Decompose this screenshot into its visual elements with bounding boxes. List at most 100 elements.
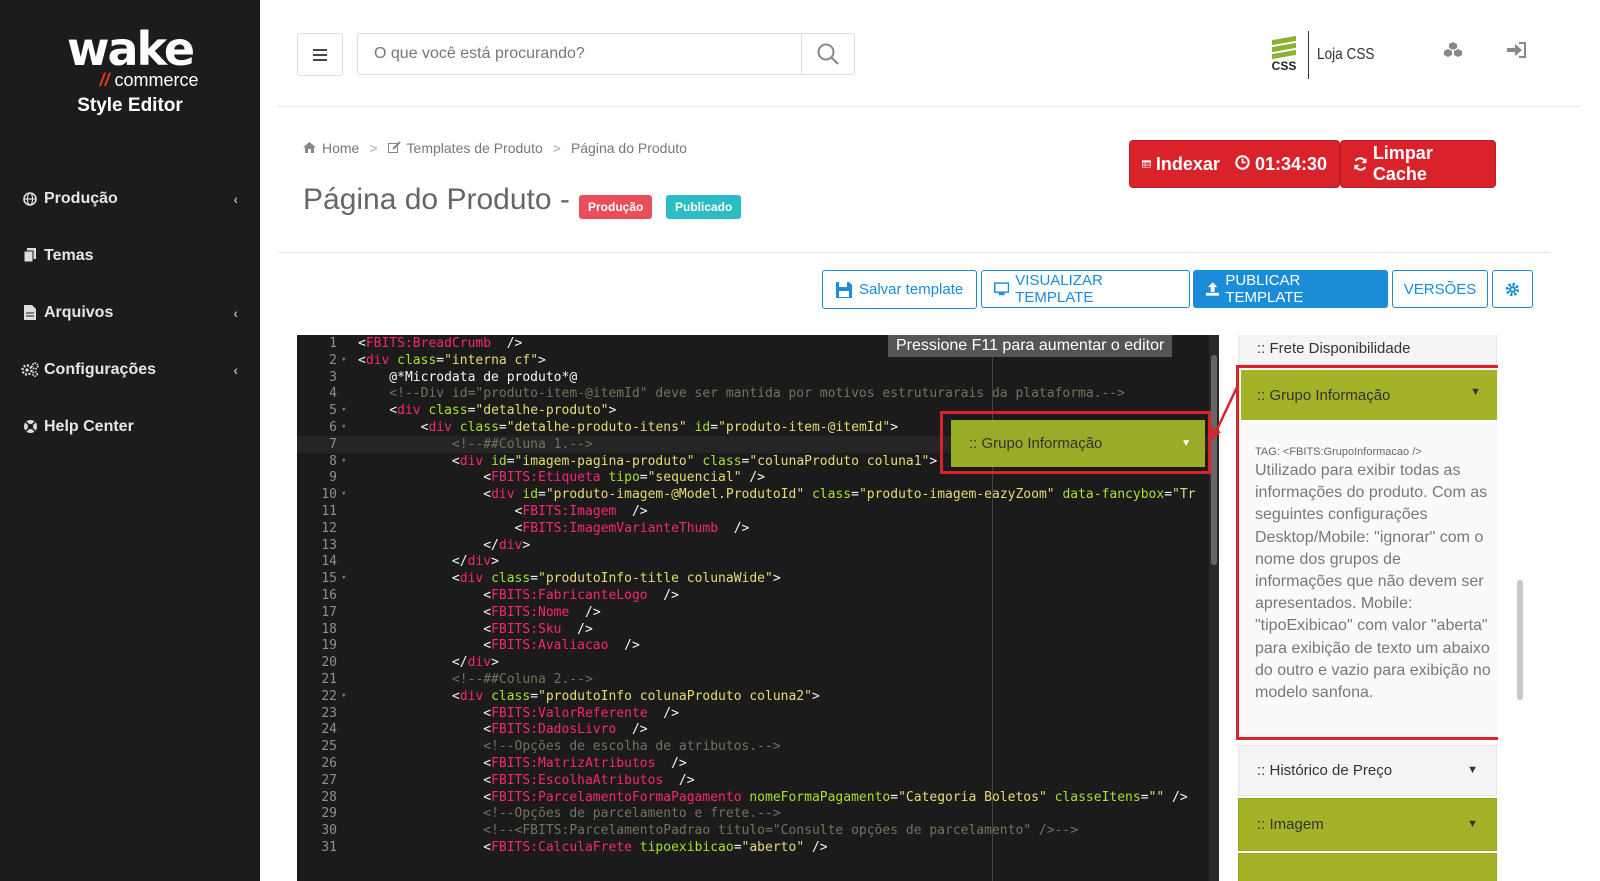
code-line[interactable]: 14 </div>	[297, 553, 1219, 570]
code-token: nomeFormaPagamento	[749, 789, 891, 805]
sidebar-item-arquivos[interactable]: Arquivos ‹	[0, 284, 260, 341]
search-input[interactable]	[358, 34, 803, 74]
tag-item-label: :: Frete Disponibilidade	[1257, 339, 1411, 357]
code-token: =	[538, 487, 546, 503]
save-template-button[interactable]: Salvar template	[822, 270, 977, 309]
tag-item-historico-preco[interactable]: :: Histórico de Preço ▼	[1238, 745, 1497, 796]
chevron-left-icon: ‹	[233, 190, 238, 207]
code-token: />	[561, 621, 593, 637]
index-button[interactable]: Indexar 01:34:30	[1129, 140, 1340, 188]
code-line[interactable]: 12 <FBITS:ImagemVarianteThumb />	[297, 520, 1219, 537]
sidebar-item-configuracoes[interactable]: Configurações ‹	[0, 341, 260, 398]
code-token: "Tr	[1172, 487, 1196, 503]
code-line[interactable]: 17 <FBITS:Nome />	[297, 604, 1219, 621]
code-token: FBITS:Imagem	[522, 504, 617, 519]
breadcrumb-home[interactable]: Home	[322, 140, 359, 156]
line-number: 16	[321, 588, 337, 603]
code-line[interactable]: 22 ▾ <div class="produtoInfo colunaProdut…	[297, 688, 1219, 705]
sidebar-item-temas[interactable]: Temas	[0, 227, 260, 284]
code-token: />	[718, 520, 750, 536]
store-brand[interactable]: CSS Loja CSS	[1266, 30, 1385, 80]
code-token: <	[358, 722, 492, 738]
code-text: @*Microdata de produto*@	[358, 369, 577, 386]
code-line[interactable]: 13 </div>	[297, 537, 1219, 554]
code-token: />	[655, 756, 687, 771]
code-token: >	[811, 688, 820, 704]
fold-icon[interactable]: ▾	[341, 419, 346, 436]
logo-commerce: commerce	[114, 70, 199, 90]
fold-icon[interactable]: ▾	[341, 486, 346, 503]
code-line[interactable]: 20 </div>	[297, 654, 1219, 671]
code-text: </div>	[358, 654, 499, 671]
status-badge: Publicado	[666, 195, 742, 219]
code-token: <!--##Coluna 1.-->	[358, 436, 593, 452]
code-token: FBITS:Etiqueta	[491, 470, 601, 486]
code-text: <FBITS:ValorReferente />	[358, 705, 679, 722]
fold-icon[interactable]: ▾	[341, 352, 346, 369]
fold-icon[interactable]: ▾	[341, 453, 346, 470]
code-token: />	[647, 588, 679, 603]
code-line[interactable]: 28 <FBITS:ParcelamentoFormaPagamento nom…	[297, 789, 1219, 806]
fold-icon[interactable]: ▾	[341, 688, 346, 705]
code-line[interactable]: 19 <FBITS:Avaliacao />	[297, 637, 1219, 654]
code-line[interactable]: 15 ▾ <div class="produtoInfo-title coluna…	[297, 570, 1219, 587]
code-line[interactable]: 30 <!--<FBITS:ParcelamentoPadrao titulo=…	[297, 822, 1219, 839]
editor-scroll-thumb[interactable]	[1211, 355, 1217, 565]
code-text: <FBITS:BreadCrumb />	[358, 335, 522, 352]
tag-item-label: :: Grupo Informação	[1257, 386, 1391, 404]
fold-icon[interactable]: ▾	[341, 402, 346, 419]
code-line[interactable]: 27 <FBITS:EscolhaAtributos />	[297, 772, 1219, 789]
sidebar-item-label: Temas	[44, 246, 94, 264]
tag-panel-scrollbar[interactable]	[1517, 580, 1523, 700]
menu-toggle-button[interactable]	[297, 33, 343, 76]
code-text: <FBITS:EscolhaAtributos />	[358, 772, 694, 789]
sidebar-item-help-center[interactable]: Help Center	[0, 398, 260, 455]
search-button[interactable]	[801, 34, 854, 74]
code-token: FBITS:Avaliacao	[491, 638, 609, 654]
code-line[interactable]: 26 <FBITS:MatrizAtributos />	[297, 755, 1219, 772]
code-text: <!--Opções de parcelamento e frete.-->	[358, 805, 780, 822]
code-line[interactable]: 11 <FBITS:Imagem />	[297, 503, 1219, 520]
line-number: 28	[321, 789, 337, 805]
code-line[interactable]: 23 <FBITS:ValorReferente />	[297, 705, 1219, 722]
code-token: ""	[1148, 789, 1165, 805]
code-line[interactable]: 10 ▾ <div id="produto-imagem-@Model.Produ…	[297, 486, 1219, 503]
code-line[interactable]: 25 <!--Opções de escolha de atributos.--…	[297, 738, 1219, 755]
code-line[interactable]: 16 <FBITS:FabricanteLogo />	[297, 587, 1219, 604]
logo[interactable]: wake // commerce Style Editor	[0, 26, 260, 117]
code-token: "produto-imagem-@Model.ProdutoId"	[545, 487, 805, 503]
code-token: <	[358, 571, 460, 587]
versions-button[interactable]: VERSÕES	[1392, 270, 1488, 308]
tag-item-imagem[interactable]: :: Imagem ▼	[1238, 798, 1497, 851]
code-token: classeItens	[1054, 789, 1141, 805]
code-line[interactable]: 29 <!--Opções de parcelamento e frete.--…	[297, 805, 1219, 822]
code-token: FBITS:FabricanteLogo	[491, 588, 648, 603]
code-line[interactable]: 4 <!--Div id="produto-item-@itemId" deve…	[297, 385, 1219, 402]
code-line[interactable]: 3 @*Microdata de produto*@	[297, 369, 1219, 386]
code-token: <	[358, 772, 492, 788]
fold-icon[interactable]: ▾	[341, 570, 346, 587]
sign-out-icon[interactable]	[1506, 42, 1526, 63]
view-template-button[interactable]: VISUALIZAR TEMPLATE	[981, 270, 1190, 308]
code-token: @*Microdata de produto*@	[358, 369, 578, 385]
code-line[interactable]: 21 <!--##Coluna 2.-->	[297, 671, 1219, 688]
code-line[interactable]: 31 <FBITS:CalculaFrete tipoexibicao="abe…	[297, 839, 1219, 856]
code-token: >	[538, 352, 546, 368]
tag-item-frete-disponibilidade[interactable]: :: Frete Disponibilidade	[1238, 335, 1497, 365]
clear-cache-button[interactable]: Limpar Cache	[1340, 140, 1496, 188]
breadcrumb-templates[interactable]: Templates de Produto	[407, 140, 543, 156]
store-logo-text: CSS	[1271, 58, 1297, 73]
tag-item-next[interactable]	[1238, 853, 1497, 881]
sidebar-item-producao[interactable]: Produção ‹	[0, 170, 260, 227]
tag-item-grupo-informacao[interactable]: :: Grupo Informação ▼	[1241, 370, 1497, 420]
drag-preview-item[interactable]: :: Grupo Informação ▼	[951, 420, 1205, 467]
code-line[interactable]: 24 <FBITS:DadosLivro />	[297, 721, 1219, 738]
code-line[interactable]: 18 <FBITS:Sku />	[297, 621, 1219, 638]
publish-template-button[interactable]: PUBLICAR TEMPLATE	[1193, 270, 1388, 308]
code-token: =	[710, 420, 719, 435]
settings-button[interactable]	[1492, 270, 1533, 308]
line-number: 12	[321, 520, 337, 536]
code-token: <	[358, 638, 492, 654]
cubes-icon[interactable]	[1443, 42, 1463, 63]
